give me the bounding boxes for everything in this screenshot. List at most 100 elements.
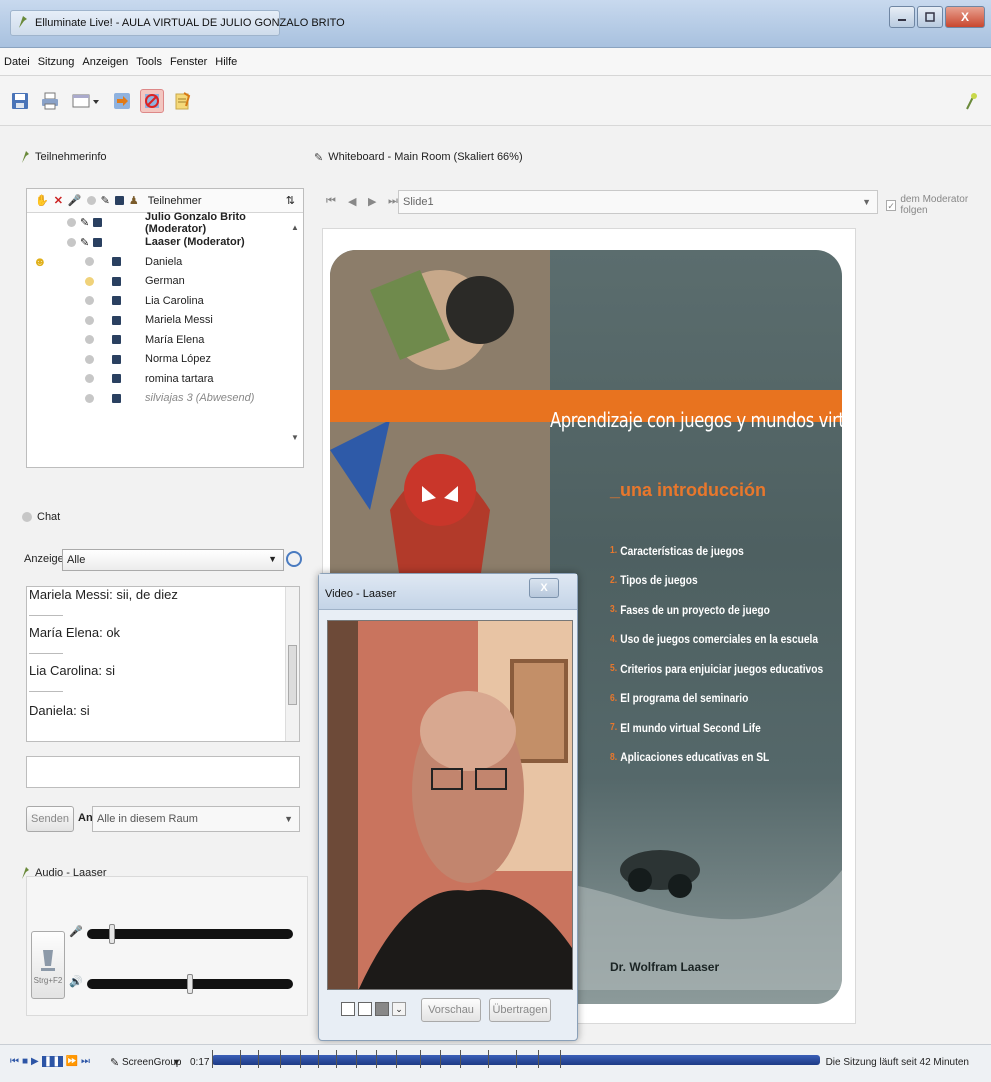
- grid-icon[interactable]: [375, 1002, 389, 1016]
- chat-message: Lia Carolina: si: [29, 663, 115, 678]
- first-slide-icon[interactable]: ⏮: [326, 195, 336, 208]
- notes-button[interactable]: [170, 89, 194, 113]
- menu-anzeigen[interactable]: Anzeigen: [82, 56, 128, 68]
- stop-share-button[interactable]: [140, 88, 164, 113]
- participant-row[interactable]: romina tartara: [27, 369, 303, 389]
- chat-scrollbar[interactable]: [285, 587, 299, 741]
- maximize-button[interactable]: [917, 6, 943, 28]
- video-feed: [327, 620, 573, 990]
- slide-list: 1. Características de juegos 2. Tipos de j…: [610, 536, 842, 772]
- remove-icon[interactable]: ✕: [54, 194, 63, 207]
- speaker-icon: 🔊: [69, 976, 83, 988]
- layout-button[interactable]: [68, 89, 104, 113]
- menu-hilfe[interactable]: Hilfe: [215, 56, 237, 68]
- session-status: Die Sitzung läuft seit 42 Minuten: [825, 1057, 969, 1068]
- menu-datei[interactable]: Datei: [4, 56, 30, 68]
- print-button[interactable]: [38, 89, 62, 113]
- playback-controls: ⏮ ■ ▶ ❚❚ ⏩ ⏭: [10, 1056, 90, 1067]
- preview-button[interactable]: Vorschau: [421, 998, 481, 1022]
- participant-row[interactable]: ✎ Julio Gonzalo Brito (Moderator): [27, 210, 303, 235]
- menu-sitzung[interactable]: Sitzung: [38, 56, 75, 68]
- participant-rows: ✎ Julio Gonzalo Brito (Moderator) ✎ Laas…: [27, 210, 303, 442]
- user-icon[interactable]: ♟: [129, 194, 139, 207]
- send-button[interactable]: Senden: [26, 806, 74, 832]
- monitor-icon[interactable]: [114, 196, 124, 205]
- minimize-button[interactable]: [889, 6, 915, 28]
- sort-icon[interactable]: ⇅: [286, 194, 295, 207]
- slide-author: Dr. Wolfram Laaser: [610, 960, 720, 974]
- slide-list-item: 6. El programa del seminario: [610, 691, 749, 706]
- chat-filter-select[interactable]: Alle ▼: [62, 549, 284, 571]
- app-icon: [17, 15, 29, 32]
- participant-name: Daniela: [145, 255, 183, 268]
- pencil-icon[interactable]: ✎: [101, 194, 110, 207]
- participants-icon: [22, 151, 29, 163]
- transmit-button[interactable]: Übertragen: [489, 998, 551, 1022]
- notes-icon: [175, 91, 191, 109]
- mic-volume-thumb[interactable]: [108, 924, 115, 944]
- slide-list-item: 2. Tipos de juegos: [610, 573, 698, 588]
- chat-log[interactable]: Mariela Messi: sii, de diez María Elena:…: [26, 586, 300, 742]
- save-button[interactable]: [8, 89, 32, 113]
- recipient-select[interactable]: Alle in diesem Raum ▼: [92, 806, 300, 832]
- settings-chevron-icon[interactable]: ⌄: [392, 1002, 406, 1016]
- prev-slide-icon[interactable]: ◀: [348, 195, 356, 208]
- microphone-icon[interactable]: 🎤: [68, 194, 82, 207]
- next-slide-icon[interactable]: ▶: [368, 195, 376, 208]
- last-slide-icon[interactable]: ⏭: [388, 195, 398, 208]
- chevron-down-icon[interactable]: ▼: [172, 1057, 181, 1067]
- menu-fenster[interactable]: Fenster: [170, 56, 207, 68]
- checkbox-icon[interactable]: ✓: [886, 199, 897, 211]
- share-arrow-icon: [114, 92, 130, 109]
- webcam-image: [328, 621, 572, 989]
- follow-moderator[interactable]: ✓ dem Moderator folgen: [886, 194, 991, 216]
- participant-name: silviajas 3 (Abwesend): [145, 392, 255, 405]
- close-button[interactable]: X: [945, 6, 985, 28]
- forward-icon[interactable]: ⏩: [66, 1056, 78, 1067]
- pip-icon[interactable]: [341, 1002, 355, 1016]
- participant-name: Julio Gonzalo Brito (Moderator): [145, 210, 246, 235]
- participant-row[interactable]: German: [27, 272, 303, 292]
- participant-row[interactable]: ✎ Laaser (Moderator): [27, 233, 303, 253]
- hand-icon[interactable]: ✋: [35, 194, 49, 207]
- participant-name: María Elena: [145, 333, 205, 346]
- chat-message: Mariela Messi: sii, de diez: [29, 587, 178, 602]
- participant-row[interactable]: María Elena: [27, 330, 303, 350]
- clock-icon[interactable]: [286, 551, 302, 567]
- slide-list-item: 3. Fases de un proyecto de juego: [610, 602, 770, 617]
- status-indicator: [961, 89, 985, 113]
- participant-name: Mariela Messi: [145, 314, 213, 327]
- share-button[interactable]: [110, 89, 134, 113]
- stop-icon[interactable]: ■: [22, 1056, 28, 1067]
- participant-row[interactable]: Lia Carolina: [27, 291, 303, 311]
- play-icon[interactable]: ▶: [31, 1056, 39, 1067]
- participant-row[interactable]: ☻ Daniela: [27, 252, 303, 272]
- audio-panel: Strg+F2 🎤 🔊: [26, 876, 308, 1016]
- talk-button[interactable]: Strg+F2: [31, 931, 65, 999]
- chat-message: María Elena: ok: [29, 625, 121, 640]
- menu-tools[interactable]: Tools: [136, 56, 162, 68]
- scroll-up-icon[interactable]: ▲: [289, 223, 301, 232]
- chat-status-icon: [22, 512, 32, 522]
- speaker-volume-thumb[interactable]: [187, 974, 193, 994]
- mic-volume-slider[interactable]: [87, 929, 293, 939]
- video-close-button[interactable]: X: [529, 578, 559, 598]
- recipient-label: An: [78, 812, 93, 824]
- status-dot-icon[interactable]: [86, 196, 96, 205]
- rewind-icon[interactable]: ⏮: [10, 1056, 19, 1067]
- pause-icon[interactable]: ❚❚: [41, 1056, 63, 1067]
- smiley-icon: ☻: [33, 254, 47, 270]
- end-icon[interactable]: ⏭: [81, 1056, 90, 1067]
- participant-row[interactable]: Mariela Messi: [27, 311, 303, 331]
- video-window-titlebar[interactable]: Video - Laaser X: [319, 574, 577, 610]
- participant-row[interactable]: silviajas 3 (Abwesend): [27, 389, 303, 409]
- slide-select[interactable]: Slide1 ▼: [398, 190, 878, 214]
- scroll-down-icon[interactable]: ▼: [289, 433, 301, 442]
- participants-column-label[interactable]: Teilnehmer: [148, 195, 202, 207]
- chat-input[interactable]: [26, 756, 300, 788]
- slide-title: Aprendizaje con juegos y mundos virtuale…: [550, 408, 842, 432]
- swap-icon[interactable]: [358, 1002, 372, 1016]
- close-icon: X: [960, 10, 969, 24]
- elapsed-time: 0:17: [190, 1057, 210, 1068]
- participant-row[interactable]: Norma López: [27, 350, 303, 370]
